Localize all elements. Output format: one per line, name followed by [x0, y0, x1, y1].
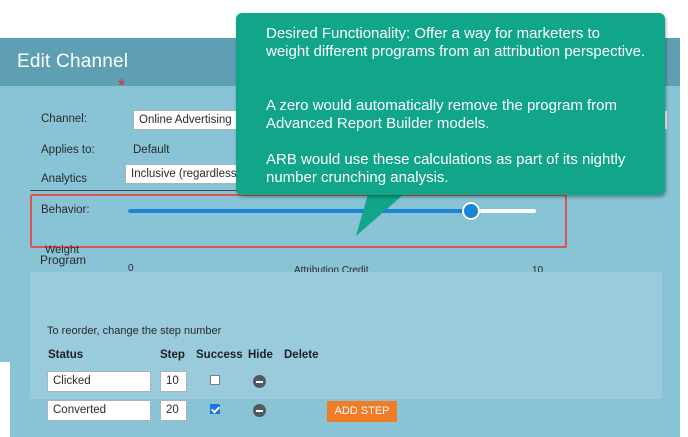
status-input-value: Clicked: [53, 375, 91, 387]
delete-header: Delete: [284, 349, 319, 361]
weight-slider-fill: [128, 209, 471, 213]
page-margin: [0, 362, 10, 437]
step-header: Step: [160, 349, 185, 361]
callout-paragraph-2: A zero would automatically remove the pr…: [266, 97, 617, 132]
status-input[interactable]: Converted: [47, 400, 151, 421]
hide-minus-icon[interactable]: [253, 404, 266, 417]
success-header: Success: [196, 349, 243, 361]
applies-to-value: Default: [133, 144, 170, 156]
hide-minus-icon[interactable]: [253, 375, 266, 388]
add-step-button[interactable]: ADD STEP: [327, 401, 397, 422]
required-star: *: [118, 76, 126, 96]
status-input-value: Converted: [53, 404, 107, 416]
success-checkbox[interactable]: [210, 375, 220, 385]
reorder-hint: To reorder, change the step number: [47, 325, 222, 337]
step-input-value: 20: [166, 404, 179, 416]
channel-input-value: Online Advertising: [139, 114, 232, 126]
dialog-title: Edit Channel: [17, 51, 129, 72]
step-input-value: 10: [166, 375, 179, 387]
weight-slider-thumb[interactable]: [461, 202, 480, 220]
hide-header: Hide: [248, 349, 273, 361]
weight-slider[interactable]: [128, 202, 536, 220]
applies-to-label: Applies to:: [41, 144, 95, 156]
callout-paragraph-3: ARB would use these calculations as part…: [266, 151, 626, 186]
program-header: Program: [30, 252, 662, 272]
weight-highlight-box: [30, 194, 567, 248]
callout-paragraph-1: Desired Functionality: Offer a way for m…: [266, 25, 646, 60]
channel-label: Channel:: [41, 113, 88, 125]
status-header: Status: [48, 349, 84, 361]
analytics-section-title: Analytics: [41, 173, 88, 185]
step-input[interactable]: 20: [160, 400, 187, 421]
success-checkbox[interactable]: [210, 404, 220, 414]
step-input[interactable]: 10: [160, 371, 187, 392]
status-input[interactable]: Clicked: [47, 371, 151, 392]
annotation-callout: Desired Functionality: Offer a way for m…: [236, 13, 665, 195]
program-title: Program: [40, 253, 87, 267]
